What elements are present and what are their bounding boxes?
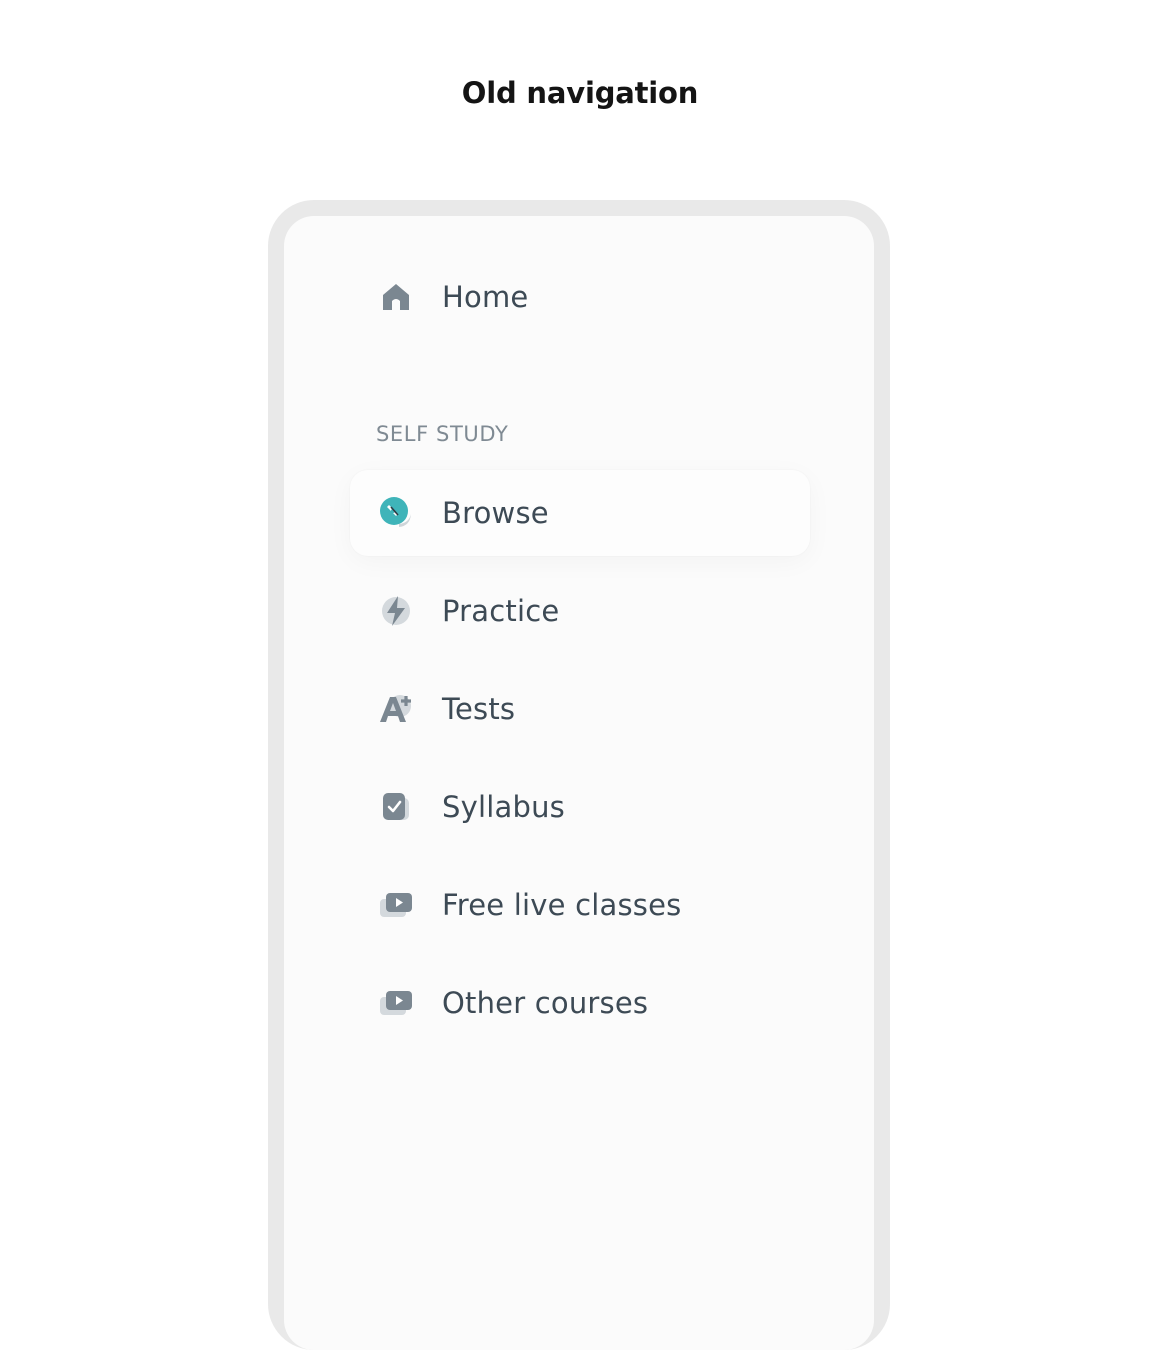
nav-label-other-courses: Other courses: [442, 986, 649, 1020]
nav-label-browse: Browse: [442, 496, 549, 530]
nav-item-other-courses[interactable]: Other courses: [350, 960, 810, 1046]
nav-label-free-live-classes: Free live classes: [442, 888, 682, 922]
compass-icon: [376, 493, 416, 533]
page-title: Old navigation: [461, 76, 699, 110]
checklist-icon: [376, 787, 416, 827]
nav-item-browse[interactable]: Browse: [350, 470, 810, 556]
video-play-icon: [376, 983, 416, 1023]
nav-label-practice: Practice: [442, 594, 560, 628]
a-plus-icon: [376, 689, 416, 729]
nav-label-tests: Tests: [442, 692, 516, 726]
lightning-icon: [376, 591, 416, 631]
nav-item-practice[interactable]: Practice: [350, 568, 810, 654]
section-heading: SELF STUDY: [376, 422, 509, 446]
nav-label-syllabus: Syllabus: [442, 790, 565, 824]
video-play-icon: [376, 885, 416, 925]
nav-item-syllabus[interactable]: Syllabus: [350, 764, 810, 850]
nav-label-home: Home: [442, 280, 529, 314]
nav-item-free-live-classes[interactable]: Free live classes: [350, 862, 810, 948]
nav-item-home[interactable]: Home: [350, 254, 810, 340]
navigation-drawer: Home SELF STUDY Browse Practice Tests Sy…: [284, 216, 874, 1350]
home-icon: [376, 277, 416, 317]
nav-item-tests[interactable]: Tests: [350, 666, 810, 752]
phone-frame: Home SELF STUDY Browse Practice Tests Sy…: [268, 200, 890, 1350]
